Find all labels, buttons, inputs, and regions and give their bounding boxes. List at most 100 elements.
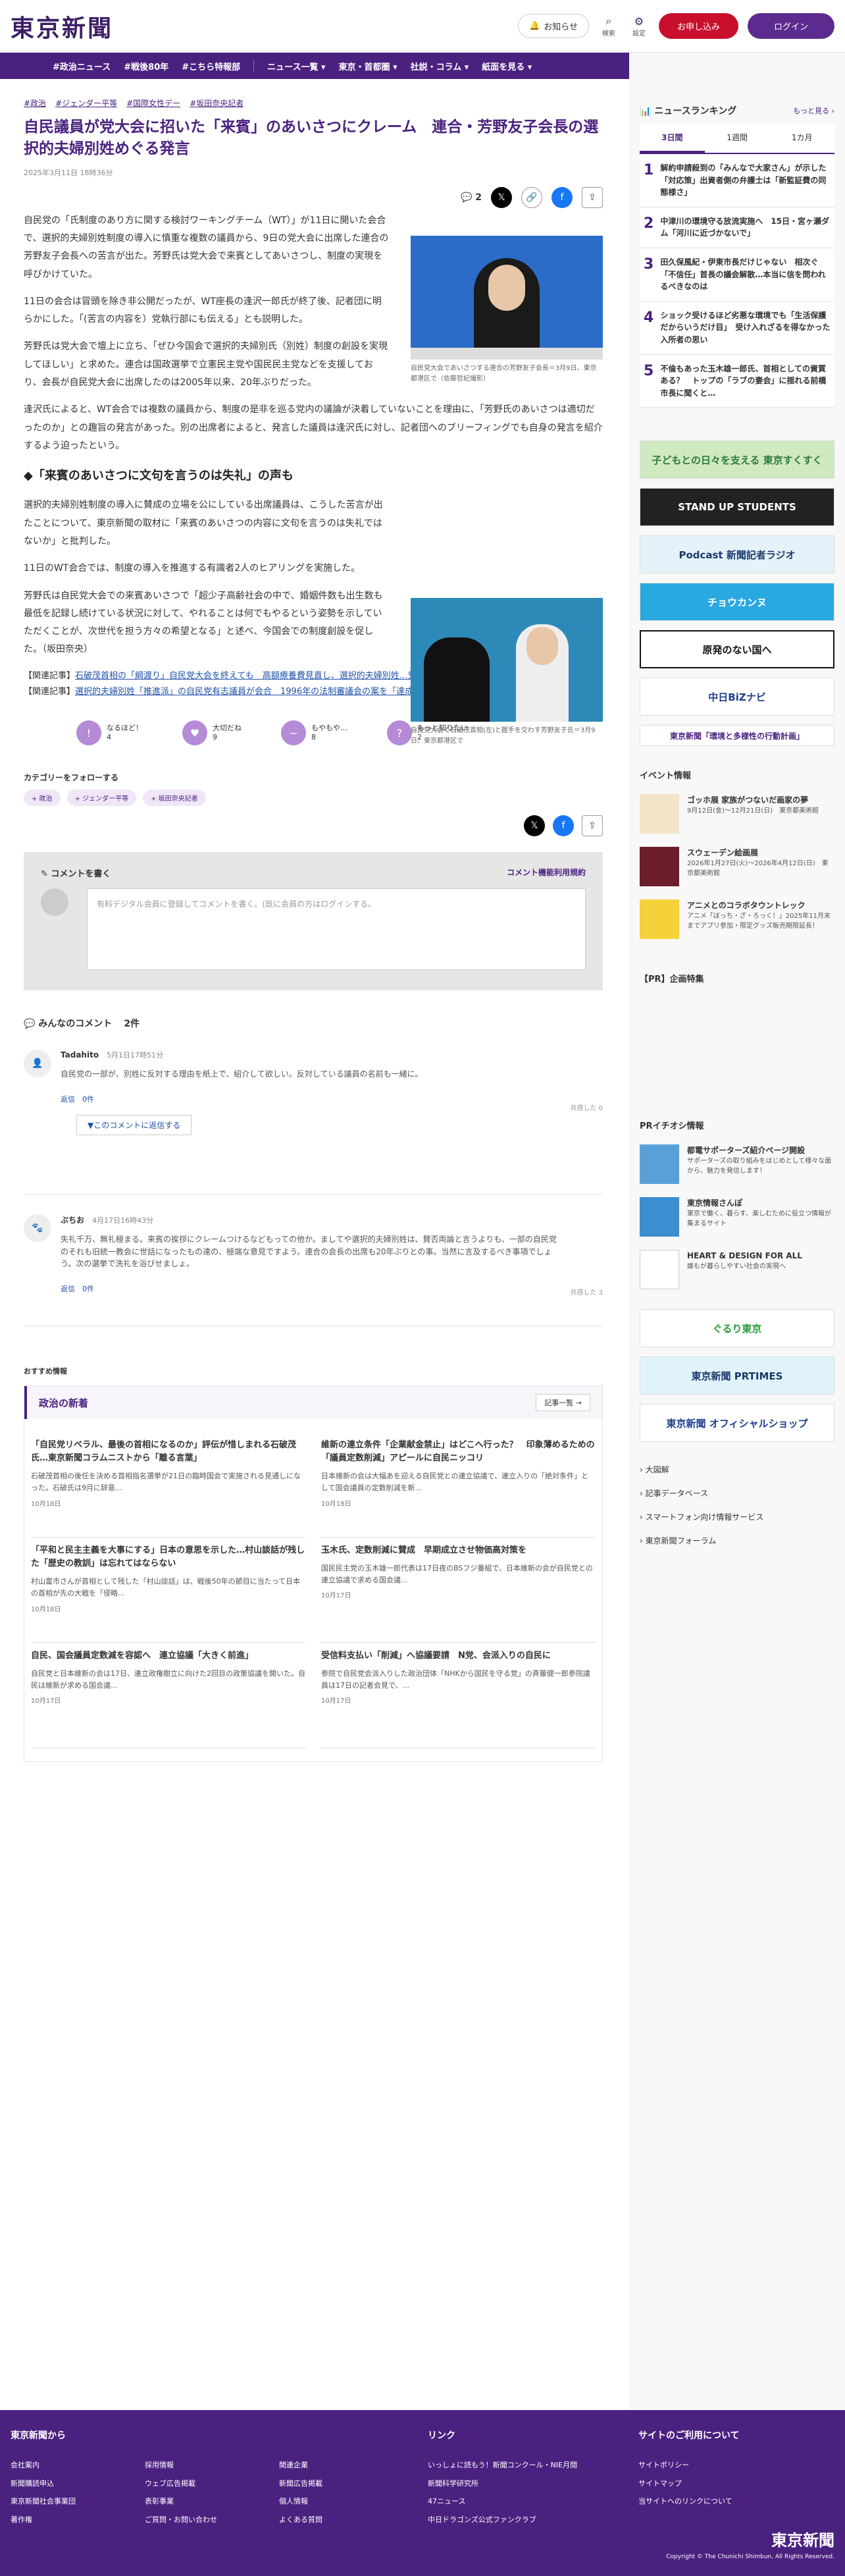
site-logo[interactable]: 東京新聞 (11, 9, 113, 43)
pr-item[interactable]: 都電サポーターズ紹介ページ開設 サポーターズの取り組みをはじめとして様々な面から、… (640, 1144, 834, 1185)
sidebar-link[interactable]: › スマートフォン向け情報サービス (640, 1505, 834, 1529)
banner-genpatsu[interactable]: 原発のない国へ (640, 630, 834, 669)
tab-3days[interactable]: 3日間 (640, 124, 705, 153)
sidebar-link[interactable]: › 記事データベース (640, 1482, 834, 1505)
sidebar-link-text[interactable]: 記事データベース (646, 1489, 708, 1498)
ranking-title-link[interactable]: 中津川の環境守る放流実施へ 15日・宮ヶ瀬ダム「河川に近づかないで」 (660, 215, 831, 240)
footer-link[interactable]: 47ニュース (428, 2492, 577, 2511)
ranking-more-link[interactable]: もっと見る › (793, 105, 834, 116)
news-item[interactable]: 自民、国会議員定数減を容認へ 連立協議「大きく前進」 自民党と日本維新の会は17日… (31, 1643, 305, 1749)
footer-link[interactable]: 著作権 (11, 2511, 76, 2529)
tag-link[interactable]: #国際女性デー (126, 97, 180, 109)
search-button[interactable]: ⌕ 検索 (598, 14, 619, 38)
banner-gururi[interactable]: ぐるり東京 (640, 1309, 834, 1348)
tag-link[interactable]: #政治 (24, 97, 46, 109)
sidebar-link-text[interactable]: スマートフォン向け情報サービス (646, 1513, 764, 1522)
footer-link[interactable]: サイトマップ (638, 2475, 732, 2493)
ranking-title-link[interactable]: 田久保風紀・伊東市長だけじゃない 相次ぐ「不信任」首長の議会解散…本当に信を問わ… (660, 256, 831, 293)
banner-action-plan[interactable]: 東京新聞「環境と多様性の行動計画」 (640, 725, 834, 747)
footer-link[interactable]: 表彰事業 (145, 2492, 217, 2511)
footer-link[interactable]: 当サイトへのリンクについて (638, 2492, 732, 2511)
news-item[interactable]: 「自民党リベラル、最後の首相になるのか」評伝が惜しまれる石破茂氏…東京新聞コラム… (31, 1432, 305, 1538)
follow-category-button[interactable]: + 政治 (24, 790, 61, 807)
banner-sukusuku[interactable]: 子どもとの日々を支える 東京すくすく (640, 441, 834, 479)
nav-item[interactable]: 社説・コラム ▾ (411, 60, 469, 72)
comment-textarea[interactable]: 有料デジタル会員に登録してコメントを書く。(既に会員の方はログインする。 (87, 888, 586, 971)
facebook-share-icon[interactable]: f (553, 815, 574, 837)
follow-category-button[interactable]: + ジェンダー平等 (66, 790, 137, 807)
footer-link[interactable]: 個人情報 (279, 2492, 322, 2511)
facebook-share-icon[interactable]: f (551, 187, 573, 208)
x-share-icon[interactable]: 𝕏 (491, 187, 512, 208)
ranking-item[interactable]: 3 田久保風紀・伊東市長だけじゃない 相次ぐ「不信任」首長の議会解散…本当に信を問… (640, 248, 834, 302)
reaction-button[interactable]: ♥ 大切だね 9 (182, 720, 242, 746)
notice-button[interactable]: 🔔 お知らせ (518, 14, 589, 38)
footer-link[interactable]: いっしょに読もう！新聞コンクール・NIE月間 (428, 2456, 577, 2475)
like-button[interactable]: 共感した 3 (570, 1287, 603, 1297)
sidebar-link[interactable]: › 東京新聞フォーラム (640, 1529, 834, 1553)
article-photo[interactable] (411, 598, 603, 722)
footer-link[interactable]: 東京新聞社会事業団 (11, 2492, 76, 2511)
footer-link[interactable]: 新聞科学研究所 (428, 2475, 577, 2493)
pr-item[interactable]: HEART & DESIGN FOR ALL 誰もが暮らしやすい社会の実現へ (640, 1250, 834, 1290)
reaction-button[interactable]: ! なるほど！ 4 (76, 720, 143, 746)
footer-link[interactable]: 新聞広告掲載 (279, 2475, 322, 2493)
footer-link[interactable]: 新聞購読申込 (11, 2475, 76, 2493)
ranking-title-link[interactable]: ショック受けるほど劣悪な環境でも「生活保護だからいうだけ目」 受け入れざるを得な… (660, 309, 831, 346)
footer-link[interactable]: 関連企業 (279, 2456, 322, 2475)
footer-link[interactable]: 採用情報 (145, 2456, 217, 2475)
tab-1month[interactable]: 1カ月 (769, 124, 834, 153)
footer-link[interactable]: 中日ドラゴンズ公式ファンクラブ (428, 2511, 577, 2529)
nav-item[interactable]: ニュース一覧 ▾ (267, 60, 325, 72)
pr-title[interactable]: 都電サポーターズ紹介ページ開設 (687, 1144, 834, 1156)
article-photo[interactable] (411, 236, 603, 360)
nav-item[interactable]: #政治ニュース (53, 60, 111, 72)
banner-podcast[interactable]: Podcast 新聞記者ラジオ (640, 535, 834, 574)
tag-link[interactable]: #ジェンダー平等 (55, 97, 117, 109)
ranking-item[interactable]: 4 ショック受けるほど劣悪な環境でも「生活保護だからいうだけ目」 受け入れざるを得… (640, 301, 834, 355)
news-item[interactable]: 「平和と民主主義を大事にする」日本の意思を示した…村山談話が残した「歴史の教訓」… (31, 1538, 305, 1644)
replies-toggle[interactable]: 返信 0件 (61, 1094, 603, 1104)
pr-title[interactable]: HEART & DESIGN FOR ALL (687, 1250, 802, 1262)
share-icon[interactable]: ⇪ (582, 187, 603, 208)
footer-link[interactable]: よくある質問 (279, 2511, 322, 2529)
reply-button[interactable]: ▼このコメントに返信する (76, 1114, 192, 1135)
footer-link[interactable]: サイトポリシー (638, 2456, 732, 2475)
sidebar-link[interactable]: › 大図解 (640, 1458, 834, 1482)
comment-policy-link[interactable]: コメント機能利用規約 (507, 867, 586, 879)
news-title[interactable]: 「平和と民主主義を大事にする」日本の意思を示した…村山談話が残した「歴史の教訓」… (31, 1544, 305, 1570)
ranking-title-link[interactable]: 不倫もあった玉木雄一郎氏、首相としての資質ある？ トップの「ラブの妻会」に揺れる… (660, 363, 831, 400)
footer-link[interactable]: 会社案内 (11, 2456, 76, 2475)
follow-category-button[interactable]: + 坂田奈央記者 (143, 790, 206, 807)
ranking-item[interactable]: 2 中津川の環境守る放流実施へ 15日・宮ヶ瀬ダム「河川に近づかないで」 (640, 207, 834, 248)
settings-button[interactable]: ⚙ 設定 (628, 15, 650, 38)
news-list-button[interactable]: 記事一覧 → (536, 1394, 590, 1412)
news-title[interactable]: 維新の連立条件「企業献金禁止」はどこへ行った？ 印象薄めるための「議員定数削減」… (321, 1439, 596, 1465)
news-item[interactable]: 受信料支払い「削減」へ協議要請 N党、会派入りの自民に 参院で自民党会派入りした政… (321, 1643, 596, 1749)
replies-toggle[interactable]: 返信 0件 (61, 1283, 603, 1294)
event-item[interactable]: ゴッホ展 家族がつないだ画家の夢 9月12日(金)～12月21日(日) 東京都美術… (640, 794, 834, 834)
comment-prompt[interactable]: 有料デジタル会員に登録してコメントを書く。(既に会員の方はログインする。 (97, 899, 376, 909)
share-icon[interactable]: ⇪ (582, 815, 603, 837)
nav-item[interactable]: 東京・首都圏 ▾ (339, 60, 397, 72)
banner-prtimes[interactable]: 東京新聞 PRTIMES (640, 1356, 834, 1395)
event-title[interactable]: ゴッホ展 家族がつないだ画家の夢 (687, 794, 819, 806)
subscribe-button[interactable]: お申し込み (658, 13, 738, 39)
sidebar-link-text[interactable]: 大図解 (646, 1465, 669, 1474)
link-copy-icon[interactable]: 🔗 (521, 187, 542, 208)
footer-logo[interactable]: 東京新聞 (771, 2527, 834, 2550)
news-title[interactable]: 玉木氏、定数削減に賛成 早期成立させ物価高対策を (321, 1544, 596, 1557)
footer-link[interactable]: ウェブ広告掲載 (145, 2475, 217, 2493)
reaction-button[interactable]: ~ もやもや… 8 (281, 720, 347, 746)
ranking-item[interactable]: 1 解約申請殺到の「みんなで大家さん」が示した「対応策」出資者側の弁護士は「新監証… (640, 154, 834, 207)
banner-choukanu[interactable]: チョウカンヌ (640, 583, 834, 622)
event-title[interactable]: スウェーデン絵画展 (687, 847, 834, 859)
event-item[interactable]: スウェーデン絵画展 2026年1月27日(火)～2026年4月12日(日) 東京都… (640, 847, 834, 887)
news-title[interactable]: 受信料支払い「削減」へ協議要請 N党、会派入りの自民に (321, 1650, 596, 1663)
comment-count-link[interactable]: 💬 2 (461, 192, 482, 203)
like-button[interactable]: 共感した 0 (570, 1102, 603, 1112)
nav-item[interactable]: #こちら特報部 (182, 60, 240, 72)
related-link[interactable]: 選択的夫婦別姓「推進派」の自民党有志議員が会合 1996年の法制審議会の案を「達… (75, 687, 448, 697)
event-item[interactable]: アニメとのコラボタウントレック アニメ「ぼっち・ざ・ろっく！」2025年11月末ま… (640, 899, 834, 940)
news-title[interactable]: 「自民党リベラル、最後の首相になるのか」評伝が惜しまれる石破茂氏…東京新聞コラム… (31, 1439, 305, 1465)
